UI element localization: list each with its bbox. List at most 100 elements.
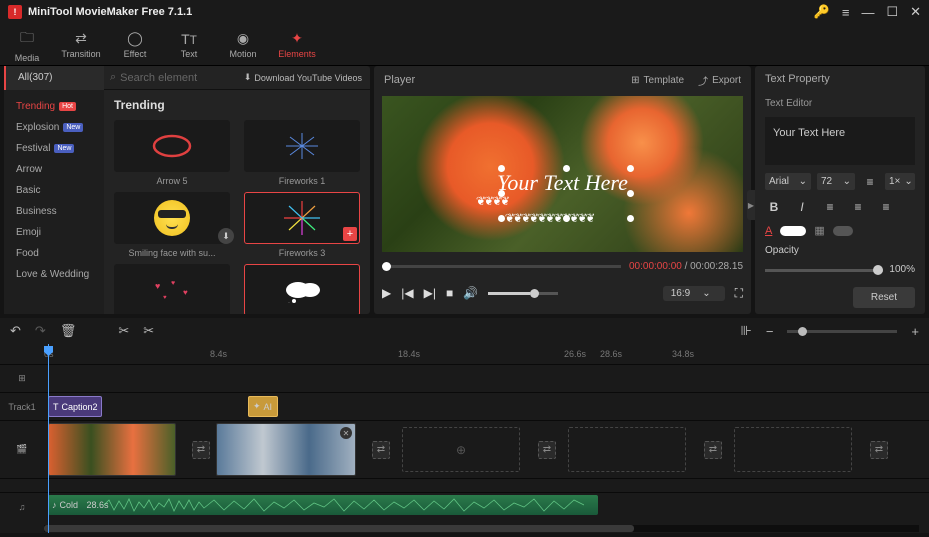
align-left-button[interactable]: ≡ [821,200,839,214]
scale-select[interactable]: 1×⌄ [885,173,915,190]
seek-bar[interactable] [382,265,621,268]
cat-food[interactable]: Food [4,243,104,264]
svg-text:♥: ♥ [163,295,167,301]
highlight-swatch[interactable] [833,226,853,236]
audio-track[interactable]: ♫ ♪Cold 28.6s [0,492,929,520]
audio-sync-icon[interactable]: ⊪ [740,323,751,339]
cat-business[interactable]: Business [4,201,104,222]
tab-motion[interactable]: ◉Motion [216,24,270,66]
text-color-swatch[interactable] [780,226,806,236]
element-item[interactable]: Smiling face with su... ⬇ [114,192,230,258]
template-button[interactable]: ⊞Template [631,73,684,88]
tab-transition[interactable]: ⇄Transition [54,24,108,66]
tab-media[interactable]: 🗀Media [0,24,54,66]
video-track[interactable]: 🎬 ⇄ ✕ ⇄ ⊕ ⇄ ⇄ ⇄ [0,420,929,478]
tab-elements[interactable]: ✦Elements [270,24,324,66]
editor-label: Text Editor [765,98,915,109]
element-item[interactable] [244,264,360,314]
volume-slider[interactable] [488,292,558,295]
tab-effect[interactable]: ◯Effect [108,24,162,66]
font-select[interactable]: Arial⌄ [765,173,811,190]
highlight-icon: ▦ [814,224,824,237]
collapse-props-button[interactable]: ▶ [747,190,755,220]
cat-arrow[interactable]: Arrow [4,159,104,180]
video-clip-2[interactable]: ✕ [216,423,356,476]
transition-slot[interactable]: ⇄ [372,441,390,459]
empty-clip-slot[interactable] [734,427,852,472]
export-button[interactable]: ⤴Export [698,73,741,88]
download-element-icon[interactable]: ⬇ [218,228,234,244]
player-title: Player [384,74,415,86]
redo-button[interactable]: ↷ [35,323,46,339]
cat-trending[interactable]: TrendingHot [4,96,104,117]
playhead[interactable] [48,344,49,533]
play-button[interactable]: ▶ [382,286,391,300]
video-clip-1[interactable] [48,423,176,476]
close-icon[interactable]: ✕ [910,4,921,20]
elements-panel: All(307) ⌕ Search element ⬇ Download You… [4,66,370,314]
element-item[interactable]: Arrow 5 [114,120,230,186]
category-all[interactable]: All(307) [4,66,104,90]
line-spacing-icon[interactable]: ≡ [861,175,879,189]
text-input[interactable]: Your Text Here [765,117,915,165]
bold-button[interactable]: B [765,200,783,214]
upgrade-icon[interactable]: 🔑 [814,4,830,20]
align-right-button[interactable]: ≡ [877,200,895,214]
transition-slot[interactable]: ⇄ [192,441,210,459]
category-list[interactable]: TrendingHot ExplosionNew FestivalNew Arr… [4,90,104,314]
grid-title: Trending [114,98,360,112]
props-title: Text Property [755,66,925,92]
menu-icon[interactable]: ≡ [842,5,850,20]
svg-text:♥: ♥ [171,280,175,287]
text-track[interactable]: Track1 TCaption2 ✦AI [0,392,929,420]
delete-button[interactable]: 🗑 [60,323,77,339]
layers-icon[interactable]: ⊞ [0,373,44,384]
size-select[interactable]: 72⌄ [817,173,855,190]
caption-clip[interactable]: TCaption2 [48,396,102,417]
overlay-text[interactable]: Your Text Here [497,170,628,196]
timeline[interactable]: 0s 8.4s 18.4s 26.6s 28.6s 34.8s ⊞ Track1… [0,344,929,533]
minimize-icon[interactable]: — [861,5,874,20]
undo-button[interactable]: ↶ [10,323,21,339]
preview-area[interactable]: Your Text Here ❦❦❦❦ ❦❦❦❦❦❦❦❦❦❦❦ [382,96,743,252]
element-clip[interactable]: ✦AI [248,396,278,417]
split-button[interactable]: ✂ [118,323,129,339]
chevron-down-icon: ⌄ [702,288,710,299]
tab-text[interactable]: TTText [162,24,216,66]
cat-basic[interactable]: Basic [4,180,104,201]
element-item[interactable]: + Fireworks 3 [244,192,360,258]
aspect-select[interactable]: 16:9⌄ [663,286,725,301]
cat-emoji[interactable]: Emoji [4,222,104,243]
empty-clip-slot[interactable] [568,427,686,472]
search-input[interactable]: ⌕ Search element [104,71,244,84]
crop-button[interactable]: ✂ [143,323,154,339]
stop-button[interactable]: ■ [446,286,453,300]
next-frame-button[interactable]: ▶| [424,286,436,300]
cat-love-wedding[interactable]: Love & Wedding [4,264,104,285]
maximize-icon[interactable]: ☐ [886,4,898,20]
cat-festival[interactable]: FestivalNew [4,138,104,159]
transition-slot[interactable]: ⇄ [704,441,722,459]
empty-clip-slot[interactable]: ⊕ [402,427,520,472]
download-youtube-link[interactable]: ⬇ Download YouTube Videos [244,72,370,83]
app-logo: ! [8,5,22,19]
element-item[interactable]: ♥♥♥♥ [114,264,230,314]
italic-button[interactable]: I [793,200,811,214]
zoom-slider[interactable] [787,330,897,333]
zoom-out-button[interactable]: − [766,324,774,339]
timeline-ruler[interactable]: 0s 8.4s 18.4s 26.6s 28.6s 34.8s [44,346,929,364]
timeline-scrollbar[interactable] [44,525,919,532]
fullscreen-button[interactable]: ⛶ [735,286,743,301]
audio-clip[interactable]: ♪Cold 28.6s [48,495,598,515]
zoom-in-button[interactable]: + [911,324,919,339]
prev-frame-button[interactable]: |◀ [401,286,413,300]
transition-slot[interactable]: ⇄ [870,441,888,459]
cat-explosion[interactable]: ExplosionNew [4,117,104,138]
add-element-icon[interactable]: + [343,227,357,241]
transition-slot[interactable]: ⇄ [538,441,556,459]
volume-icon[interactable]: 🔊 [463,286,478,300]
element-item[interactable]: Fireworks 1 [244,120,360,186]
reset-button[interactable]: Reset [853,287,915,308]
align-center-button[interactable]: ≡ [849,200,867,214]
opacity-slider[interactable] [765,269,883,272]
